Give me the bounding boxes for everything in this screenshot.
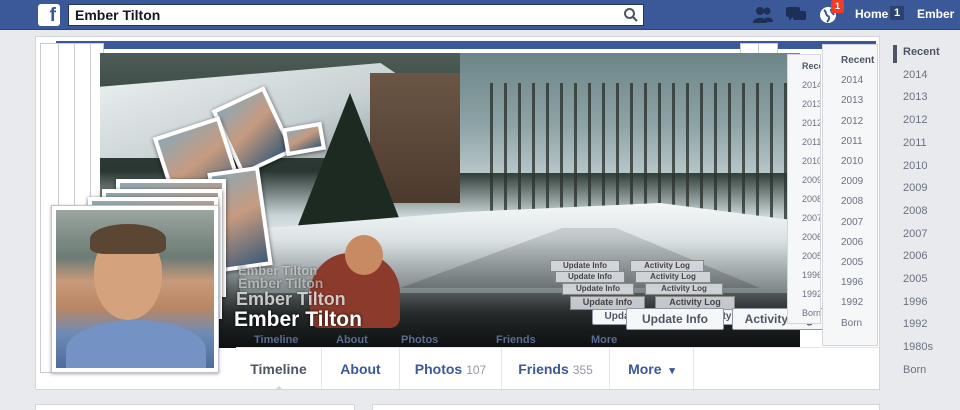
year-link[interactable]: 2011 (802, 137, 820, 147)
year-recent[interactable]: Recent (802, 61, 820, 71)
ghost-tab: Friends (496, 334, 536, 346)
update-info-button[interactable]: Update Info (626, 308, 724, 330)
year-link[interactable]: 2005 (903, 273, 927, 285)
timeline-header: Update Info Activity Log Update Info Act… (35, 36, 880, 390)
messages-icon[interactable] (785, 5, 807, 25)
chevron-down-icon: ▾ (669, 365, 675, 377)
year-link[interactable]: 2010 (903, 160, 927, 172)
content-card (35, 404, 355, 410)
tab-label: Timeline (250, 361, 307, 377)
year-link[interactable]: 1980s (903, 341, 933, 353)
ghost-activity-log: Activity Log (635, 271, 711, 283)
year-link[interactable]: 2007 (841, 217, 863, 228)
home-count-badge: 1 (890, 6, 905, 20)
year-link[interactable]: 2011 (903, 137, 927, 149)
search-input[interactable] (69, 5, 619, 25)
ghost-tab: More (591, 334, 618, 346)
facebook-logo-icon[interactable]: f (38, 4, 60, 26)
year-link[interactable]: 2008 (802, 194, 820, 204)
top-bar: f 1 Home 1 Ember (0, 0, 960, 30)
tab-label: More (628, 361, 662, 377)
year-link[interactable]: 2008 (903, 205, 927, 217)
ghost-tab-row: Timeline About Photos Friends More (236, 334, 796, 348)
year-scrubber: Recent 2014 2013 2012 2011 2010 2009 2008 2007 20… (880, 38, 960, 378)
year-link[interactable]: 2005 (841, 257, 863, 268)
cover-person-head (345, 235, 383, 275)
profile-name[interactable]: Ember Tilton (234, 308, 362, 332)
tab-more[interactable]: More ▾ (610, 348, 694, 389)
year-link[interactable]: 2010 (802, 156, 820, 166)
year-link[interactable]: 1996 (903, 296, 927, 308)
year-link[interactable]: 2012 (903, 114, 927, 126)
year-link[interactable]: 2008 (841, 196, 863, 207)
search-icon[interactable] (623, 7, 639, 23)
content-card (372, 404, 880, 410)
ghost-activity-log: Activity Log (645, 283, 723, 295)
ghost-profile-name: Ember Tilton (236, 289, 346, 309)
friend-requests-icon[interactable] (752, 5, 774, 25)
tab-label: Friends (518, 361, 569, 377)
tab-count: 107 (466, 363, 487, 377)
tab-photos[interactable]: Photos 107 (400, 348, 502, 389)
year-link[interactable]: 2007 (903, 228, 927, 240)
tab-about[interactable]: About (322, 348, 400, 389)
year-link[interactable]: 2007 (802, 213, 820, 223)
year-recent[interactable]: Recent (841, 55, 874, 66)
year-link[interactable]: 2013 (903, 91, 927, 103)
year-link[interactable]: 2014 (903, 69, 927, 81)
year-link[interactable]: 2006 (841, 237, 863, 248)
year-link[interactable]: 2012 (841, 116, 863, 127)
year-link[interactable]: Born (841, 318, 862, 329)
year-recent[interactable]: Recent (903, 46, 940, 58)
ghost-update-info: Update Info (562, 283, 634, 295)
search-box (68, 4, 644, 26)
year-link[interactable]: 2013 (802, 99, 820, 109)
year-link[interactable]: 1996 (841, 277, 863, 288)
year-link[interactable]: 2011 (841, 136, 863, 147)
year-link[interactable]: 2010 (841, 156, 863, 167)
year-link[interactable]: 2012 (802, 118, 820, 128)
year-link[interactable]: 1992 (802, 289, 820, 299)
ghost-tab: About (336, 334, 368, 346)
home-link[interactable]: Home (855, 7, 888, 21)
tab-count: 355 (572, 363, 593, 377)
year-link[interactable]: 2009 (802, 175, 820, 185)
ghost-tab: Timeline (254, 334, 299, 346)
year-link[interactable]: 2006 (802, 232, 820, 242)
profile-link[interactable]: Ember (917, 7, 954, 21)
year-link[interactable]: 2006 (903, 250, 927, 262)
ghost-year-scrubber: Recent 2014 2013 2012 2011 2010 2009 2008 2007 20… (787, 54, 821, 324)
ghost-tab: Photos (401, 334, 439, 346)
year-link[interactable]: 2013 (841, 95, 863, 106)
inner-year-scrubber: Recent 2014 2013 2012 2011 2010 2009 2008 2007 20… (822, 44, 878, 346)
notification-badge: 1 (831, 0, 844, 13)
year-link[interactable]: Born (802, 308, 820, 318)
tab-label: About (340, 361, 381, 377)
profile-picture[interactable] (51, 205, 219, 373)
tab-label: Photos (414, 361, 463, 377)
year-link[interactable]: 2009 (903, 182, 927, 194)
profile-tabs: Timeline About Photos 107 Friends 355 More… (236, 347, 879, 389)
year-link[interactable]: 1996 (802, 270, 820, 280)
cover-trees (490, 83, 800, 223)
year-link[interactable]: 2014 (841, 75, 863, 86)
tab-friends[interactable]: Friends 355 (502, 348, 610, 389)
year-link[interactable]: Born (903, 364, 926, 376)
ghost-update-info: Update Info (555, 271, 625, 283)
year-link[interactable]: 1992 (903, 318, 927, 330)
scrubber-indicator (893, 45, 897, 63)
year-link[interactable]: 2005 (802, 251, 820, 261)
tab-timeline[interactable]: Timeline (236, 348, 322, 389)
profile-photo (56, 210, 214, 368)
year-link[interactable]: 2014 (802, 80, 820, 90)
year-link[interactable]: 1992 (841, 297, 863, 308)
year-link[interactable]: 2009 (841, 176, 863, 187)
